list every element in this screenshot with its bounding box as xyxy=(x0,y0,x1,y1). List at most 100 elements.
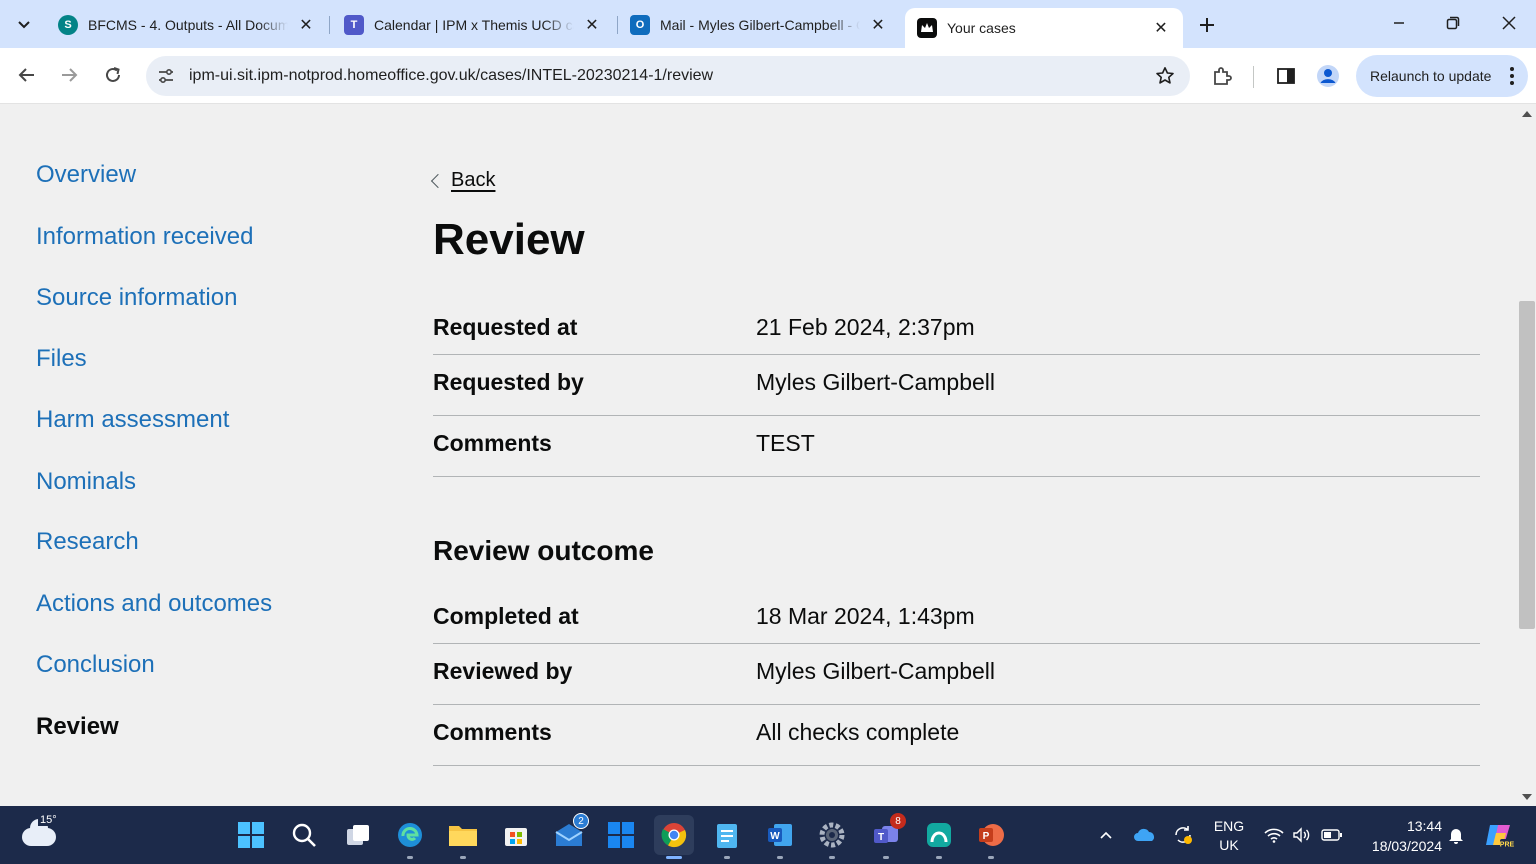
taskbar-app-notepad[interactable] xyxy=(707,815,747,859)
sidebar-item-files[interactable]: Files xyxy=(36,345,87,373)
running-indicator xyxy=(777,856,783,859)
new-tab-button[interactable] xyxy=(1192,10,1222,40)
taskbar-clock[interactable]: 13:44 18/03/2024 xyxy=(1356,816,1442,856)
back-link[interactable]: Back xyxy=(430,169,495,192)
summary-key: Completed at xyxy=(433,603,579,629)
close-icon[interactable]: ✕ xyxy=(868,15,888,35)
sidebar-item-overview[interactable]: Overview xyxy=(36,161,136,189)
show-hidden-icons-button[interactable] xyxy=(1094,806,1118,864)
battery-button[interactable] xyxy=(1318,806,1346,864)
relaunch-to-update-button[interactable]: Relaunch to update xyxy=(1356,55,1528,97)
review-outcome-summary: Completed at 18 Mar 2024, 1:43pm Reviewe… xyxy=(433,590,1480,766)
restore-button[interactable] xyxy=(1426,0,1480,46)
mail-unread-badge: 2 xyxy=(573,813,589,829)
url-text[interactable]: ipm-ui.sit.ipm-notprod.homeoffice.gov.uk… xyxy=(189,67,713,85)
tab-calendar[interactable]: T Calendar | IPM x Themis UCD calendar ✕ xyxy=(332,8,614,42)
running-indicator xyxy=(460,856,466,859)
sidebar-item-information-received[interactable]: Information received xyxy=(36,223,253,251)
sidebar-item-actions-and-outcomes[interactable]: Actions and outcomes xyxy=(36,590,272,618)
back-link-label[interactable]: Back xyxy=(451,169,495,192)
avatar-icon xyxy=(1317,65,1339,87)
taskbar-app-windows[interactable] xyxy=(601,815,641,855)
sidebar-item-harm-assessment[interactable]: Harm assessment xyxy=(36,406,229,434)
folder-icon xyxy=(449,826,477,846)
tab-title: Calendar | IPM x Themis UCD calendar xyxy=(374,17,574,33)
tab-mail[interactable]: O Mail - Myles Gilbert-Campbell - Outloo… xyxy=(618,8,900,42)
remote-app-icon xyxy=(927,823,951,847)
powerpoint-icon: P xyxy=(979,824,1004,846)
taskbar-app-remote[interactable] xyxy=(919,815,959,859)
start-button[interactable] xyxy=(231,815,271,855)
reload-button[interactable] xyxy=(96,58,130,92)
scroll-down-arrow-icon[interactable] xyxy=(1522,794,1532,800)
tab-search-button[interactable] xyxy=(8,8,40,40)
volume-button[interactable] xyxy=(1290,806,1314,864)
scroll-up-arrow-icon[interactable] xyxy=(1522,111,1532,117)
summary-row: Reviewed by Myles Gilbert-Campbell xyxy=(433,644,1480,705)
tab-title: Your cases xyxy=(947,20,1016,36)
svg-text:W: W xyxy=(770,831,780,842)
taskbar-app-mail[interactable]: 2 xyxy=(549,813,589,855)
summary-row: Requested by Myles Gilbert-Campbell xyxy=(433,355,1480,416)
taskbar-app-chrome[interactable] xyxy=(654,815,694,859)
bookmark-star-icon[interactable] xyxy=(1154,65,1176,87)
notifications-button[interactable] xyxy=(1444,806,1468,864)
sidebar-item-conclusion[interactable]: Conclusion xyxy=(36,651,155,679)
copilot-button[interactable]: PRE xyxy=(1482,806,1516,864)
profile-button[interactable] xyxy=(1314,62,1342,90)
back-button[interactable] xyxy=(10,58,44,92)
windows-app-icon xyxy=(608,822,634,848)
search-button[interactable] xyxy=(284,815,324,855)
word-icon: W xyxy=(768,824,792,846)
onedrive-tray-button[interactable] xyxy=(1130,806,1160,864)
summary-value: Myles Gilbert-Campbell xyxy=(756,658,996,684)
running-indicator xyxy=(666,856,682,859)
summary-key: Comments xyxy=(433,430,552,456)
wifi-button[interactable] xyxy=(1262,806,1286,864)
more-menu-icon[interactable] xyxy=(1510,67,1514,85)
notepad-icon xyxy=(717,824,737,848)
sync-tray-button[interactable] xyxy=(1168,806,1198,864)
minimize-button[interactable] xyxy=(1372,0,1426,46)
taskbar-app-edge[interactable] xyxy=(390,815,430,859)
address-bar[interactable]: ipm-ui.sit.ipm-notprod.homeoffice.gov.uk… xyxy=(146,56,1190,96)
taskbar-app-word[interactable]: W xyxy=(760,815,800,859)
close-icon[interactable]: ✕ xyxy=(296,15,316,35)
taskbar-app-powerpoint[interactable]: P xyxy=(971,815,1011,859)
close-window-button[interactable] xyxy=(1482,0,1536,46)
svg-text:T: T xyxy=(878,832,884,843)
summary-row: Completed at 18 Mar 2024, 1:43pm xyxy=(433,590,1480,644)
site-settings-icon[interactable] xyxy=(149,59,183,93)
page-scrollbar[interactable] xyxy=(1518,105,1536,806)
taskbar-app-settings[interactable] xyxy=(812,815,852,859)
extensions-button[interactable] xyxy=(1208,62,1236,90)
tab-your-cases[interactable]: Your cases ✕ xyxy=(905,8,1183,48)
svg-text:PRE: PRE xyxy=(1500,842,1514,849)
tab-bfcms[interactable]: S BFCMS - 4. Outputs - All Documents ✕ xyxy=(46,8,328,42)
close-icon[interactable]: ✕ xyxy=(1151,18,1171,38)
plus-icon xyxy=(1200,18,1214,32)
summary-row: Requested at 21 Feb 2024, 2:37pm xyxy=(433,301,1480,355)
language-code: ENG xyxy=(1213,818,1245,834)
tab-title: BFCMS - 4. Outputs - All Documents xyxy=(88,17,288,33)
sidebar-item-research[interactable]: Research xyxy=(36,528,139,556)
weather-widget[interactable]: 15° xyxy=(20,814,60,854)
sidebar-item-nominals[interactable]: Nominals xyxy=(36,468,136,496)
summary-key: Requested at xyxy=(433,314,578,340)
task-view-button[interactable] xyxy=(338,815,378,855)
running-indicator xyxy=(988,856,994,859)
arrow-left-icon xyxy=(18,68,34,82)
close-icon[interactable]: ✕ xyxy=(582,15,602,35)
sidebar-item-review[interactable]: Review xyxy=(36,713,119,741)
tab-strip: S BFCMS - 4. Outputs - All Documents ✕ T… xyxy=(0,0,1536,48)
side-panel-button[interactable] xyxy=(1272,62,1300,90)
sidebar-item-source-information[interactable]: Source information xyxy=(36,284,237,312)
input-language-indicator[interactable]: ENG UK xyxy=(1210,817,1248,855)
taskbar-app-file-explorer[interactable] xyxy=(443,815,483,859)
forward-button[interactable] xyxy=(52,58,86,92)
scrollbar-thumb[interactable] xyxy=(1519,301,1535,629)
taskbar-app-teams[interactable]: T 8 xyxy=(866,813,906,859)
taskbar-app-store[interactable] xyxy=(496,815,536,855)
summary-key: Comments xyxy=(433,719,552,745)
reload-icon xyxy=(106,67,120,82)
